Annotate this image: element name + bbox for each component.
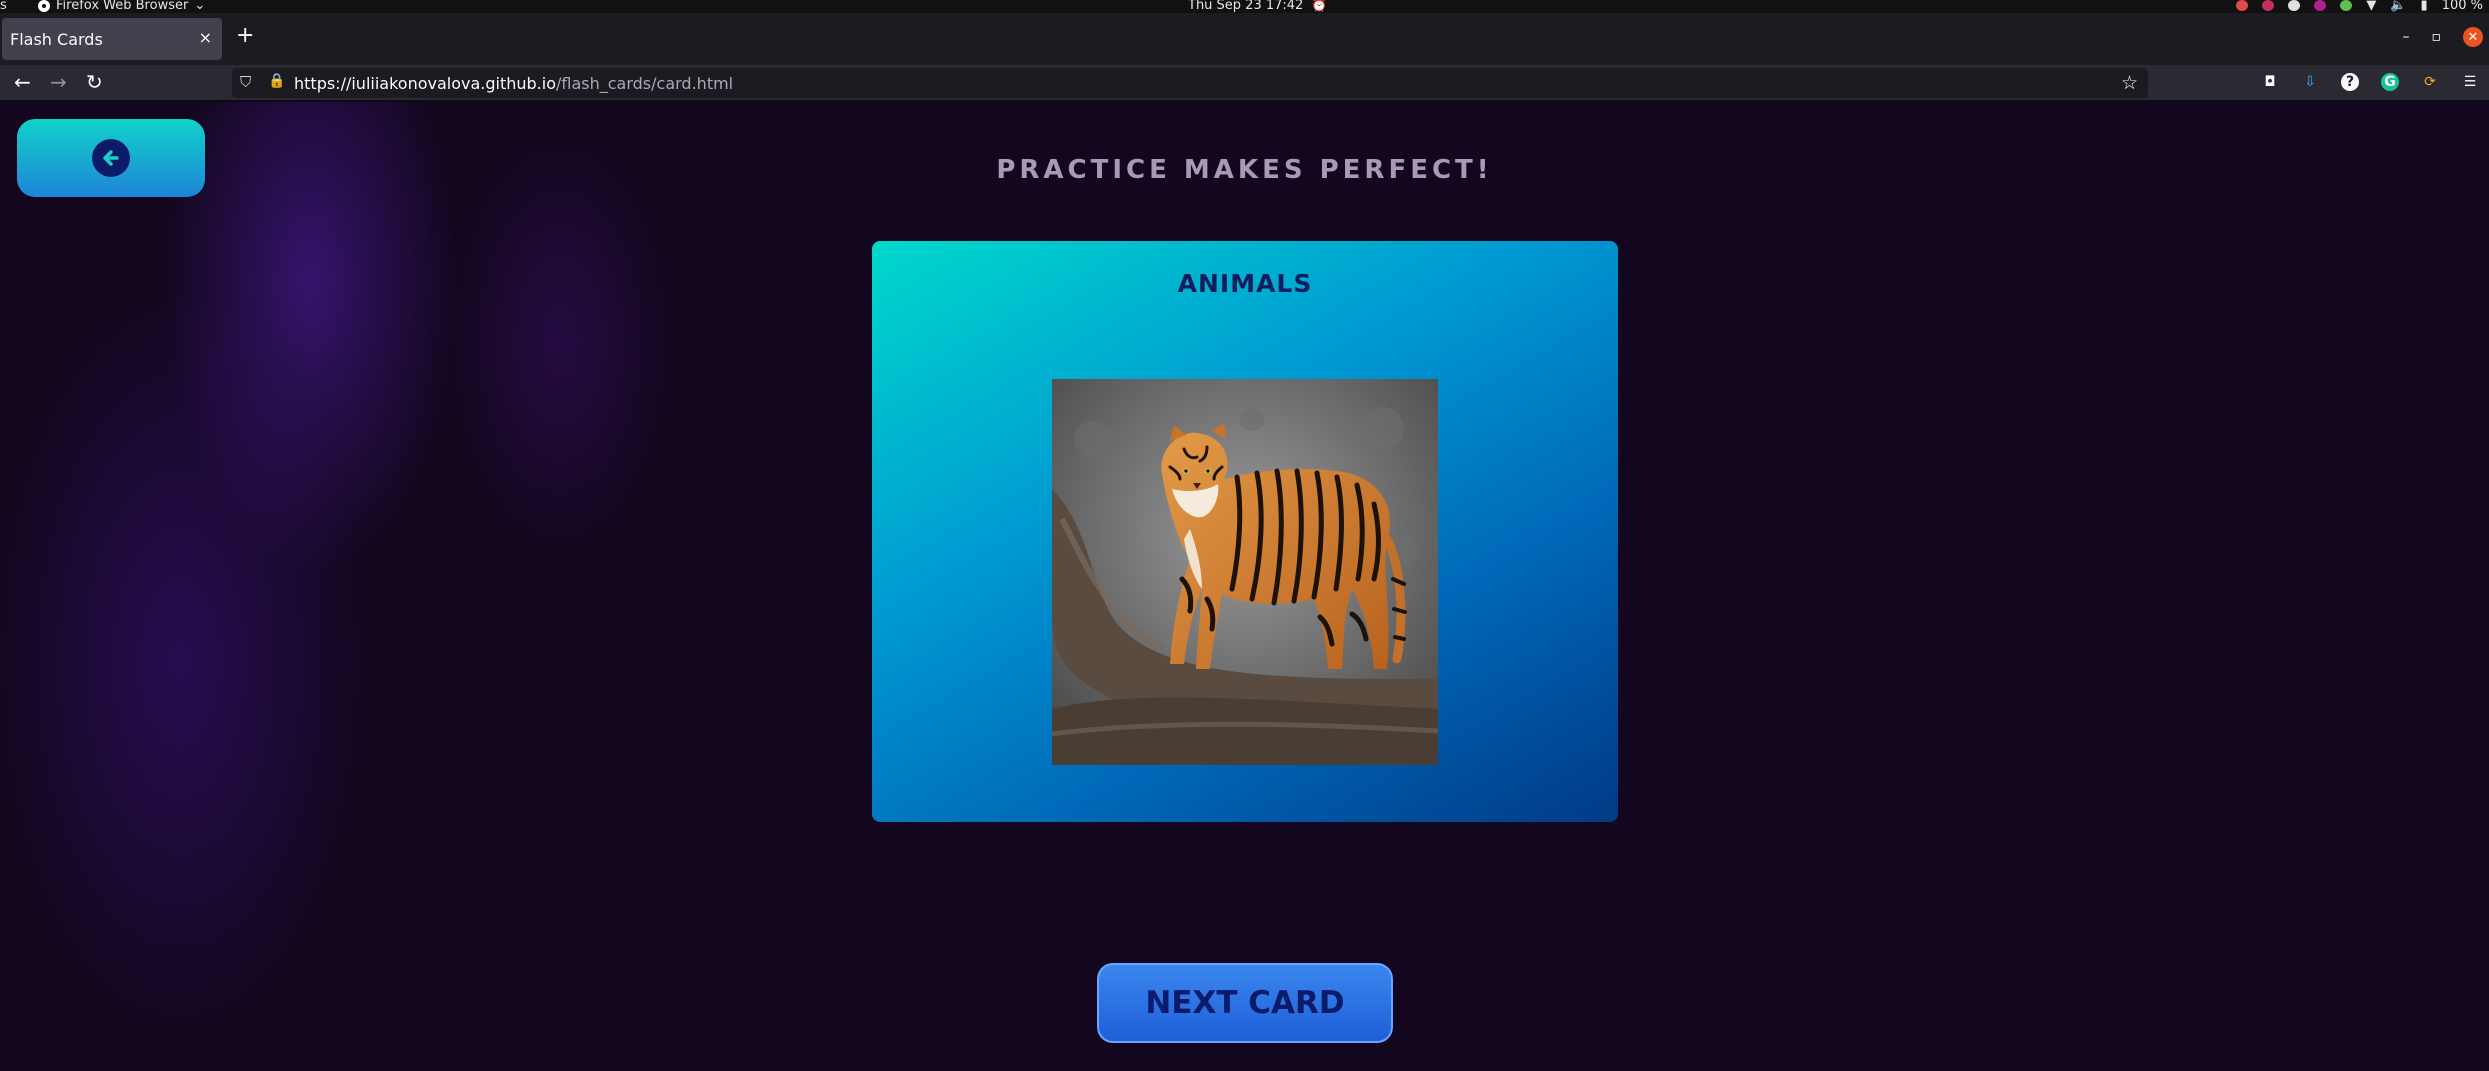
firefox-icon: [38, 0, 50, 12]
help-extension-icon[interactable]: ?: [2341, 73, 2359, 91]
window-controls: – ▫ ✕: [2403, 27, 2483, 47]
card-image-tiger: [1052, 379, 1438, 765]
card-category: ANIMALS: [1177, 269, 1313, 298]
alarm-icon: ⏰: [1311, 0, 1328, 13]
close-window-icon[interactable]: ✕: [2463, 27, 2483, 47]
url-bar[interactable]: ⛉ 🔒 https://iuliiakonovalova.github.io/f…: [232, 68, 2148, 98]
grammarly-icon[interactable]: G: [2381, 73, 2399, 91]
os-clock[interactable]: Thu Sep 23 17:42 ⏰: [1188, 0, 1328, 12]
os-top-bar: s Firefox Web Browser ⌄ Thu Sep 23 17:42…: [0, 0, 2489, 13]
url-path: /flash_cards/card.html: [556, 74, 734, 93]
os-clock-text: Thu Sep 23 17:42: [1188, 0, 1304, 13]
tab-title: Flash Cards: [10, 30, 103, 49]
pocket-icon[interactable]: ◘: [2261, 73, 2279, 91]
battery-level: 100 %: [2441, 0, 2483, 13]
tray-app-icon: [2314, 0, 2327, 11]
browser-toolbar-icons: ◘ ⇩ ? G ⟳ ☰: [2261, 73, 2479, 91]
close-tab-icon[interactable]: ×: [199, 28, 212, 47]
tray-app-icon: [2236, 0, 2249, 11]
os-activities[interactable]: s: [0, 0, 7, 12]
wifi-icon: ▼: [2366, 0, 2377, 13]
tray-app-icon: [2340, 0, 2353, 11]
tab-flash-cards[interactable]: Flash Cards ×: [2, 18, 222, 60]
os-system-tray[interactable]: ▼ 🔈 ▮ 100 %: [2236, 0, 2483, 12]
os-app-menu[interactable]: Firefox Web Browser ⌄: [38, 0, 205, 12]
extension-icon[interactable]: ⟳: [2421, 73, 2439, 91]
new-tab-button[interactable]: +: [236, 25, 254, 47]
browser-nav-bar: ← → ↻ ⛉ 🔒 https://iuliiakonovalova.githu…: [0, 65, 2489, 101]
page-title: PRACTICE MAKES PERFECT!: [996, 155, 1493, 185]
page-content: PRACTICE MAKES PERFECT! ANIMALS NEXT CAR…: [0, 102, 2489, 1071]
tray-app-icon: [2288, 0, 2301, 11]
battery-icon: ▮: [2420, 0, 2428, 13]
next-card-button[interactable]: NEXT CARD: [1097, 963, 1393, 1043]
star-icon[interactable]: ☆: [2121, 72, 2138, 94]
os-app-name: Firefox Web Browser: [56, 0, 189, 13]
flash-card[interactable]: ANIMALS: [872, 241, 1618, 822]
browser-tab-bar: Flash Cards × + – ▫ ✕: [0, 13, 2489, 65]
maximize-icon[interactable]: ▫: [2432, 29, 2442, 45]
url-text[interactable]: https://iuliiakonovalova.github.io/flash…: [294, 74, 733, 93]
back-arrow-icon[interactable]: ←: [14, 70, 31, 94]
chevron-down-icon: ⌄: [194, 0, 206, 13]
tray-app-icon: [2262, 0, 2275, 11]
download-icon[interactable]: ⇩: [2301, 73, 2319, 91]
url-host: https://iuliiakonovalova.github.io: [294, 74, 556, 93]
forward-arrow-icon[interactable]: →: [50, 70, 67, 94]
minimize-icon[interactable]: –: [2403, 29, 2410, 45]
reload-icon[interactable]: ↻: [86, 70, 103, 94]
shield-icon[interactable]: ⛉: [240, 73, 251, 91]
volume-icon: 🔈: [2390, 0, 2407, 13]
menu-icon[interactable]: ☰: [2461, 73, 2479, 91]
lock-icon[interactable]: 🔒: [268, 73, 285, 89]
